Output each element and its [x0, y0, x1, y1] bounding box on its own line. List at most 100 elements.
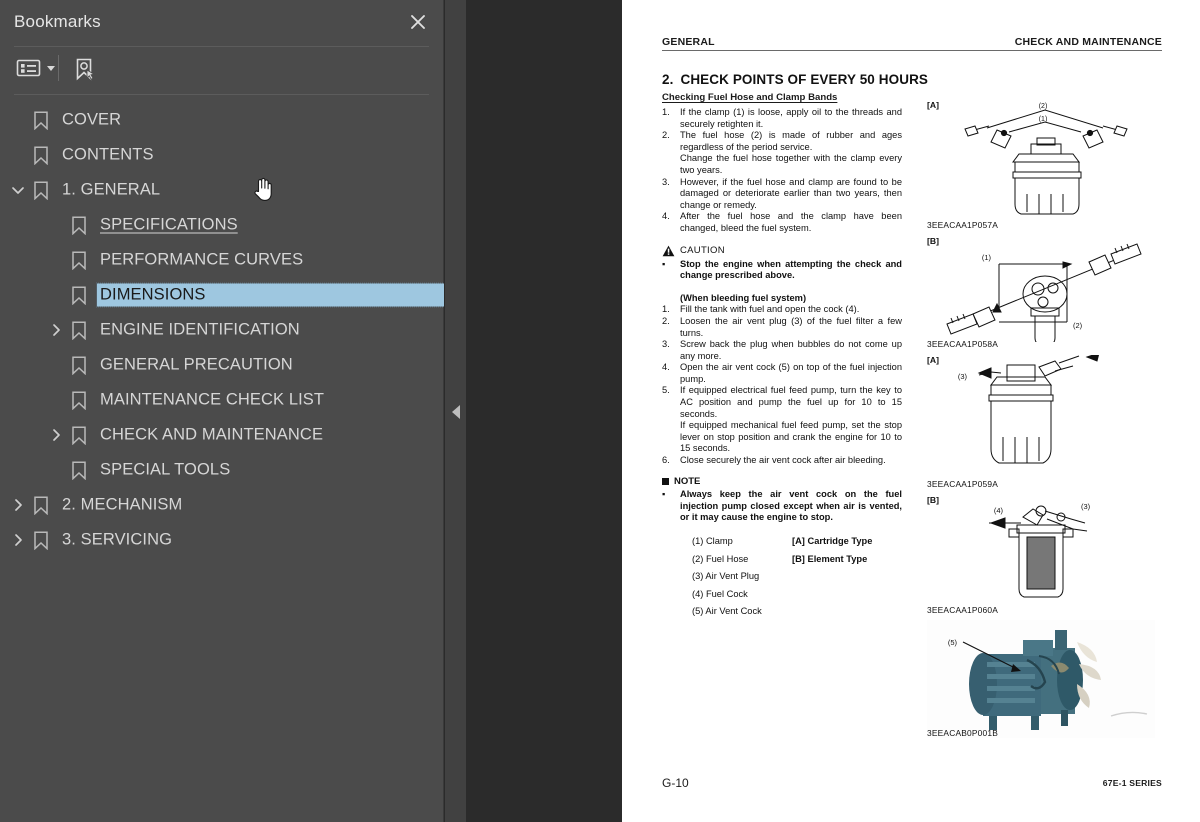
bookmark-icon [71, 250, 87, 270]
bookmark-item-2-mechanism[interactable]: 2. MECHANISM [0, 487, 444, 522]
bookmarks-toolbar [0, 47, 444, 94]
bookmark-label: CONTENTS [62, 145, 154, 163]
section-title-text: CHECK POINTS OF EVERY 50 HOURS [680, 72, 929, 87]
bookmark-item-check-and-maintenance[interactable]: CHECK AND MAINTENANCE [0, 417, 444, 452]
procedure-step: 2. Loosen the air vent plug (3) of the fu… [662, 316, 902, 339]
step-line: Close securely the air vent cock after a… [680, 455, 886, 466]
bookmark-label: DIMENSIONS [96, 282, 444, 307]
page-running-head: GENERAL CHECK AND MAINTENANCE [662, 36, 1162, 51]
page-series-label: 67E-1 SERIES [1102, 778, 1162, 788]
step-line: Loosen the air vent plug (3) of the fuel… [680, 315, 902, 338]
step-text: If equipped electrical fuel feed pump, t… [680, 385, 902, 455]
svg-text:(2): (2) [1073, 321, 1083, 330]
bookmark-item-1-general[interactable]: 1. GENERAL [0, 172, 444, 207]
figure-block: [B] (4) (3) 3EEACAA1P060A [927, 495, 1177, 620]
bookmark-item-specifications[interactable]: SPECIFICATIONS [0, 207, 444, 242]
step-text: Loosen the air vent plug (3) of the fuel… [680, 316, 902, 339]
step-marker: 5. [662, 385, 670, 396]
bookmark-label: GENERAL PRECAUTION [100, 355, 293, 373]
figure-element-filter-with-hoses: (1) (2) [946, 243, 1142, 342]
bookmark-tree[interactable]: COVER CONTENTS 1. GENERAL SPECIFICATIONS PER… [0, 102, 444, 820]
bookmark-icon [71, 460, 87, 480]
bookmark-icon [33, 180, 49, 200]
key-right: [B] Element Type [792, 553, 868, 564]
svg-text:(3): (3) [958, 372, 968, 381]
svg-text:(4): (4) [994, 506, 1004, 515]
bookmark-item-dimensions[interactable]: DIMENSIONS [0, 277, 444, 312]
bookmark-item-cover[interactable]: COVER [0, 102, 444, 137]
figure-engine-photo: (5) [927, 620, 1155, 738]
bookmark-icon [33, 530, 49, 550]
step-marker: 4. [662, 362, 670, 373]
bookmark-item-engine-identification[interactable]: ENGINE IDENTIFICATION [0, 312, 444, 347]
bullet-marker: ▪ [662, 258, 666, 269]
chevron-down-icon[interactable] [47, 65, 55, 71]
subsection-heading: Checking Fuel Hose and Clamp Bands [662, 92, 838, 103]
svg-text:(2): (2) [1039, 103, 1048, 110]
step-text: Fill the tank with fuel and open the coc… [680, 304, 902, 316]
chevron-down-icon[interactable] [10, 182, 26, 198]
procedure-step: 5. If equipped electrical fuel feed pump,… [662, 385, 902, 455]
figure-block: [A] (2) (1) 3EEACAA1P057A [927, 100, 1177, 236]
chevron-left-icon[interactable] [447, 398, 465, 426]
step-marker: 1. [662, 304, 670, 315]
list-options-icon[interactable] [16, 57, 55, 79]
procedure-step: 6. Close securely the air vent cock after… [662, 455, 902, 467]
figure-block: [B] (1) (2) 3EEACAA1P058A [927, 236, 1177, 355]
bookmark-item-3-servicing[interactable]: 3. SERVICING [0, 522, 444, 557]
figure-block: [A] (3) 3EEACAA1P059A [927, 355, 1177, 495]
figure-caption: 3EEACAB0P001B [927, 728, 999, 738]
svg-text:(3): (3) [1081, 502, 1091, 511]
step-text: However, if the fuel hose and clamp are … [680, 177, 902, 212]
figure-caption: 3EEACAA1P057A [927, 220, 999, 230]
chevron-right-icon[interactable] [48, 427, 64, 443]
step-line: If the clamp (1) is loose, apply oil to … [680, 107, 902, 129]
step-line: Open the air vent cock (5) on top of the… [680, 362, 902, 384]
bleeding-steps: 1. Fill the tank with fuel and open the c… [662, 304, 902, 466]
step-marker: 3. [662, 339, 670, 350]
key-left: (3) Air Vent Plug [692, 571, 760, 581]
section-number: 2. [662, 72, 674, 87]
step-line: Screw back the plug when bubbles do not … [680, 339, 902, 361]
new-bookmark-icon[interactable] [72, 57, 98, 81]
bookmark-item-contents[interactable]: CONTENTS [0, 137, 444, 172]
running-head-right: CHECK AND MAINTENANCE [1014, 36, 1162, 48]
figure-tag: [B] [927, 495, 939, 505]
note-heading: NOTE [662, 476, 902, 488]
bookmark-icon [33, 110, 49, 130]
chevron-right-icon[interactable] [10, 497, 26, 513]
chevron-right-icon[interactable] [10, 532, 26, 548]
bookmark-label: 2. MECHANISM [62, 495, 183, 513]
bullet-marker: ▪ [662, 489, 666, 500]
step-marker: 2. [662, 130, 670, 141]
svg-text:(5): (5) [948, 638, 958, 647]
bookmark-item-general-precaution[interactable]: GENERAL PRECAUTION [0, 347, 444, 382]
step-line: If equipped electrical fuel feed pump, t… [680, 385, 902, 419]
step-text: Open the air vent cock (5) on top of the… [680, 362, 902, 385]
figure-column: [A] (2) (1) 3EEACAA1P057A [B] (1) (2) 3E… [927, 100, 1177, 760]
bookmark-icon [71, 355, 87, 375]
procedure-step: 4. After the fuel hose and the clamp have… [662, 211, 902, 234]
key-left: (1) Clamp [692, 536, 733, 546]
figure-block: (5) 3EEACAB0P001B [927, 620, 1177, 760]
step-marker: 6. [662, 455, 670, 466]
procedure-step: 4. Open the air vent cock (5) on top of t… [662, 362, 902, 385]
svg-text:(1): (1) [982, 253, 992, 262]
bookmark-label: COVER [62, 110, 122, 128]
bookmarks-panel: Bookmarks COVER CONTENTS 1. GENERAL SPEC… [0, 0, 444, 822]
step-text: Close securely the air vent cock after a… [680, 455, 902, 467]
step-line: Change the fuel hose together with the c… [680, 153, 902, 175]
page-number: G-10 [662, 776, 689, 790]
procedure-step: 1. Fill the tank with fuel and open the c… [662, 304, 902, 316]
bleeding-heading: (When bleeding fuel system) [680, 292, 807, 303]
bookmark-item-performance-curves[interactable]: PERFORMANCE CURVES [0, 242, 444, 277]
procedure-step: 2. The fuel hose (2) is made of rubber an… [662, 130, 902, 176]
panel-title: Bookmarks [14, 12, 101, 31]
step-marker: 4. [662, 211, 670, 222]
figure-element-filter-cutaway: (4) (3) [989, 502, 1091, 598]
bookmark-item-special-tools[interactable]: SPECIAL TOOLS [0, 452, 444, 487]
bookmark-item-maintenance-check-list[interactable]: MAINTENANCE CHECK LIST [0, 382, 444, 417]
figure-cartridge-filter-with-hoses: (2) (1) [964, 103, 1128, 215]
close-icon[interactable] [407, 11, 429, 33]
chevron-right-icon[interactable] [48, 322, 64, 338]
